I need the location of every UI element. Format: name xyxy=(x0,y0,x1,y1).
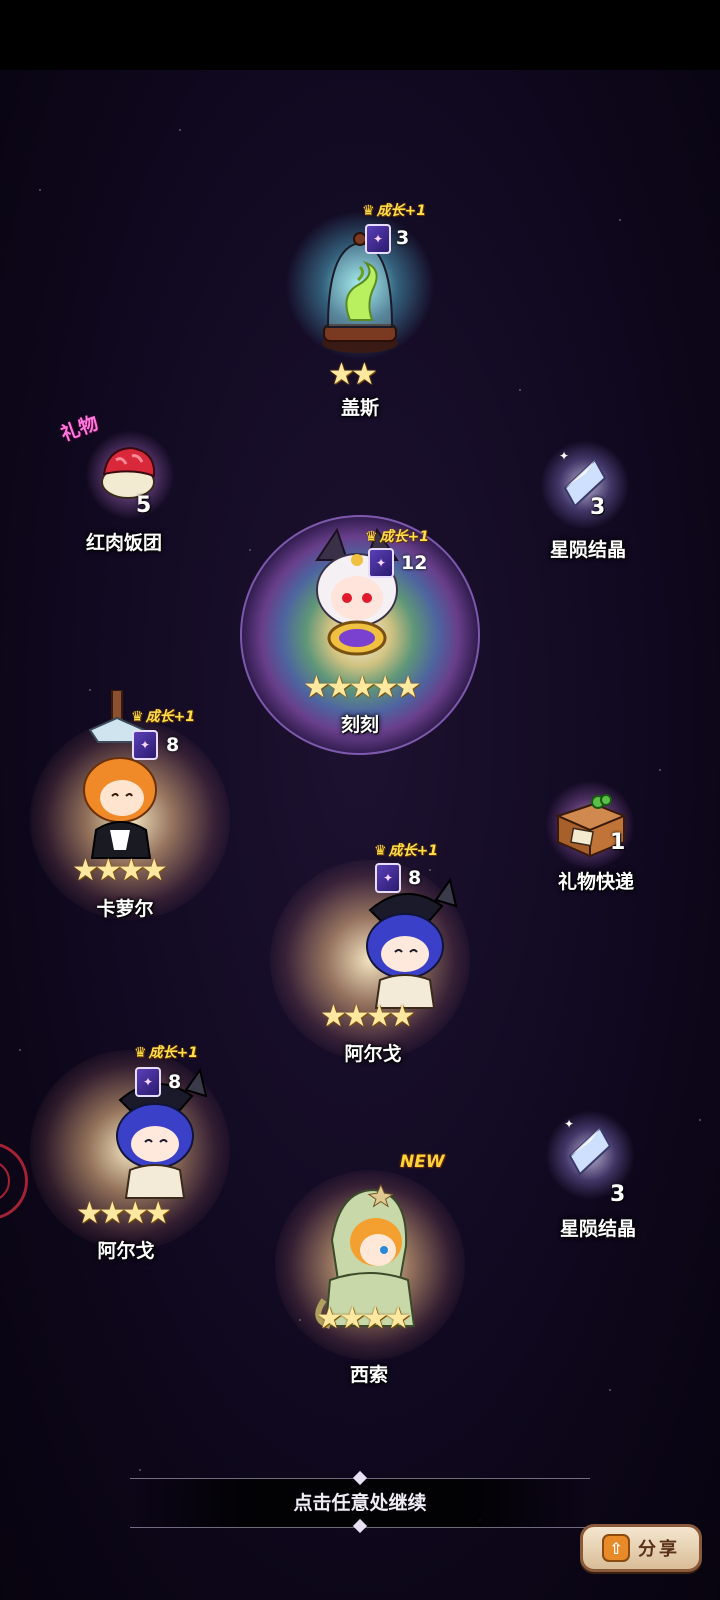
item-name: 阿尔戈 xyxy=(97,1240,155,1262)
star-rating: ★ ★ xyxy=(328,360,378,390)
reward-rice-ball: 礼物 5 红肉饭团 xyxy=(40,410,220,560)
star-icon: ★ xyxy=(388,999,416,1034)
star-icon: ★ xyxy=(394,670,422,705)
card-icon: ✦ xyxy=(375,863,401,893)
star-icon: ★ xyxy=(384,1301,412,1336)
continue-hint-bar[interactable]: 点击任意处继续 xyxy=(130,1470,590,1534)
card-icon: ✦ xyxy=(132,730,158,760)
aerge-character-icon xyxy=(366,877,458,1009)
gift-tag: 礼物 xyxy=(57,412,102,446)
card-icon: ✦ xyxy=(368,548,394,578)
card-count: 12 xyxy=(401,552,428,574)
card-count: 8 xyxy=(408,867,422,889)
reward-aerge: ♛ 成长+1 ✦ 8 ★ ★ ★ ★ 阿尔戈 xyxy=(270,840,500,1080)
crystal-icon: ✦ xyxy=(559,449,607,508)
star-rating: ★ ★ ★ ★ ★ xyxy=(303,673,422,703)
reward-screen[interactable]: { "continue_hint": "点击任意处继续", "share_lab… xyxy=(0,0,720,1600)
item-name: 星陨结晶 xyxy=(559,1218,636,1240)
reward-aerge: ♛ 成长+1 ✦ 8 ★ ★ ★ ★ 阿尔戈 xyxy=(30,1035,260,1275)
new-badge: NEW xyxy=(400,1152,445,1172)
share-icon: ⇧ xyxy=(602,1534,630,1562)
growth-badge: ♛ 成长+1 xyxy=(374,843,439,859)
star-rating: ★ ★ ★ ★ xyxy=(76,1199,172,1229)
share-button[interactable]: ⇧ 分享 xyxy=(580,1524,702,1572)
svg-text:✦: ✦ xyxy=(564,1117,574,1131)
card-icon: ✦ xyxy=(365,224,391,254)
item-count: 3 xyxy=(590,495,606,520)
reward-gaisi: ♛ 成长+1 ✦ 3 ★ ★ 盖斯 xyxy=(250,200,470,420)
card-count: 8 xyxy=(168,1071,182,1093)
red-meat-rice-ball-icon xyxy=(101,446,156,499)
item-name: 盖斯 xyxy=(340,397,379,419)
star-icon: ★ xyxy=(140,853,168,888)
svg-text:✦: ✦ xyxy=(559,449,569,463)
item-name: 卡萝尔 xyxy=(96,898,154,920)
star-icon: ★ xyxy=(144,1196,172,1231)
card-icon: ✦ xyxy=(135,1067,161,1097)
reward-xisuo: NEW ★ ★ ★ ★ 西索 xyxy=(270,1152,500,1390)
status-bar xyxy=(0,0,720,70)
item-name: 礼物快递 xyxy=(557,871,634,893)
reward-kekke: ♛ 成长+1 ✦ 12 ★ ★ ★ ★ ★ 刻刻 xyxy=(235,510,485,760)
growth-badge: ♛ 成长+1 xyxy=(362,203,427,219)
growth-badge: ♛ 成长+1 xyxy=(131,709,196,725)
reward-star-crystal: ✦ 3 星陨结晶 xyxy=(500,440,680,570)
item-count: 5 xyxy=(136,493,152,518)
item-name: 西索 xyxy=(349,1364,388,1386)
growth-badge: ♛ 成长+1 xyxy=(134,1045,199,1061)
card-count: 8 xyxy=(166,734,180,756)
item-count: 3 xyxy=(610,1182,626,1207)
star-rating: ★ ★ ★ ★ xyxy=(320,1002,416,1032)
item-name: 刻刻 xyxy=(340,714,379,736)
share-label: 分享 xyxy=(638,1539,680,1560)
bell-jar-ghost-icon xyxy=(322,232,398,353)
crystal-icon: ✦ xyxy=(564,1117,612,1176)
star-rating: ★ ★ ★ ★ xyxy=(316,1304,412,1334)
item-count: 1 xyxy=(610,830,626,855)
item-name: 红肉饭团 xyxy=(85,532,162,554)
item-name: 阿尔戈 xyxy=(344,1043,402,1065)
reward-kaluoer: ♛ 成长+1 ✦ 8 ★ ★ ★ ★ 卡萝尔 xyxy=(30,690,240,940)
star-icon: ★ xyxy=(350,357,378,392)
card-count: 3 xyxy=(396,227,410,249)
star-rating: ★ ★ ★ ★ xyxy=(72,856,168,886)
reward-star-crystal: ✦ 3 星陨结晶 xyxy=(510,1110,690,1250)
growth-badge: ♛ 成长+1 xyxy=(365,529,430,545)
item-name: 星陨结晶 xyxy=(549,539,626,561)
reward-gift-express: 1 礼物快递 xyxy=(500,780,700,920)
